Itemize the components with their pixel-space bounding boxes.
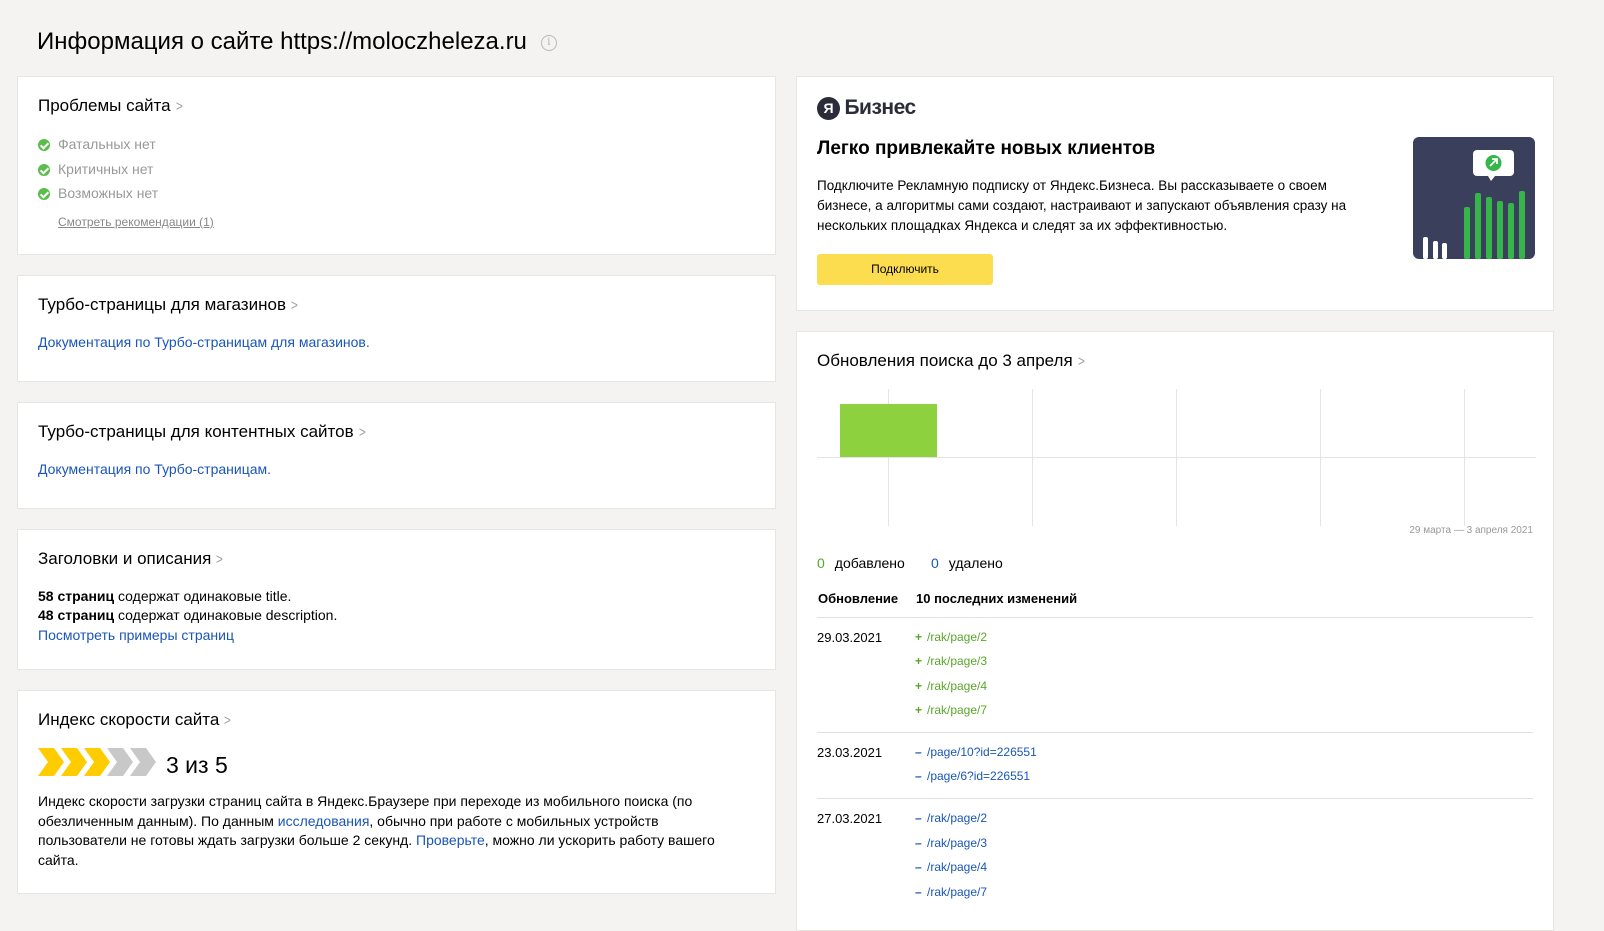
updates-title[interactable]: Обновления поиска до 3 апреля > xyxy=(817,351,1085,371)
change-link[interactable]: +/rak/page/7 xyxy=(915,703,987,717)
yandex-logo-icon: Я xyxy=(817,96,840,120)
check-icon xyxy=(38,164,50,177)
removed-count: 0 xyxy=(931,555,939,571)
problem-critical: Критичных нет xyxy=(38,161,153,177)
speed-title[interactable]: Индекс скорости сайта > xyxy=(38,710,232,730)
change-link[interactable]: –/rak/page/4 xyxy=(915,860,987,874)
connect-button[interactable]: Подключить xyxy=(817,254,993,285)
problems-title-text: Проблемы сайта xyxy=(38,96,171,115)
recommendations-link[interactable]: Смотреть рекомендации (1) xyxy=(58,215,214,229)
examples-link[interactable]: Посмотреть примеры страниц xyxy=(38,626,234,646)
search-updates-card: Обновления поиска до 3 апреля > 29 марта … xyxy=(796,331,1554,931)
check-icon xyxy=(38,188,50,201)
speed-card: Индекс скорости сайта > 3 из 5 Индекс ско… xyxy=(17,690,776,894)
change-link[interactable]: +/rak/page/2 xyxy=(915,630,987,644)
problem-fatal: Фатальных нет xyxy=(38,136,156,152)
problem-possible: Возможных нет xyxy=(38,185,158,201)
chevron-right-icon: > xyxy=(358,424,366,441)
speed-chevron-filled xyxy=(61,748,87,776)
check-link[interactable]: Проверьте xyxy=(416,832,485,848)
update-date: 23.03.2021 xyxy=(817,745,883,760)
growth-chart-illustration xyxy=(1413,137,1535,259)
duplicate-title-line: 58 страниц содержат одинаковые title. xyxy=(38,588,292,604)
turbo-shops-doc-link[interactable]: Документация по Турбо-страницам для мага… xyxy=(38,334,370,350)
speed-score: 3 из 5 xyxy=(166,752,228,778)
chart-gridline-v xyxy=(1032,389,1033,526)
column-header-update: Обновление xyxy=(818,591,899,606)
change-link[interactable]: –/page/6?id=226551 xyxy=(915,769,1030,783)
chevron-right-icon: > xyxy=(1077,353,1085,370)
chevron-right-icon: > xyxy=(290,297,298,314)
added-stat: 0 добавлено xyxy=(817,555,905,571)
problems-title[interactable]: Проблемы сайта > xyxy=(38,96,183,116)
speed-chevron-empty xyxy=(130,748,156,776)
change-link[interactable]: –/page/10?id=226551 xyxy=(915,745,1037,759)
info-icon[interactable]: i xyxy=(540,34,557,51)
change-link[interactable]: +/rak/page/4 xyxy=(915,679,987,693)
added-count: 0 xyxy=(817,555,825,571)
page-title-text: Информация о сайте https://moloczheleza.… xyxy=(37,28,527,55)
header-divider xyxy=(817,617,1533,618)
turbo-shops-card: Турбо-страницы для магазинов > Документац… xyxy=(17,275,776,382)
speed-description: Индекс скорости загрузки страниц сайта в… xyxy=(38,793,715,868)
update-date: 27.03.2021 xyxy=(817,811,883,826)
row-divider xyxy=(817,798,1533,799)
change-link[interactable]: –/rak/page/2 xyxy=(915,811,987,825)
speed-chevron-empty xyxy=(107,748,133,776)
ad-text: Подключите Рекламную подписку от Яндекс.… xyxy=(817,178,1347,233)
turbo-shops-title[interactable]: Турбо-страницы для магазинов > xyxy=(38,295,299,315)
updates-chart xyxy=(817,389,1536,526)
speed-rating-chevrons xyxy=(38,748,156,776)
problems-card: Проблемы сайта > Фатальных нет Критичных … xyxy=(17,76,776,255)
chart-gridline-v xyxy=(1464,389,1465,526)
turbo-content-card: Турбо-страницы для контентных сайтов > До… xyxy=(17,402,776,509)
update-date: 29.03.2021 xyxy=(817,630,883,645)
chart-date-range: 29 марта — 3 апреля 2021 xyxy=(1409,525,1533,536)
chart-gridline-v xyxy=(1320,389,1321,526)
row-divider xyxy=(817,732,1533,733)
yandex-business-ad: Я Бизнес Легко привлекайте новых клиенто… xyxy=(796,76,1554,311)
removed-stat: 0 удалено xyxy=(931,555,1003,571)
chevron-right-icon: > xyxy=(175,98,183,115)
research-link[interactable]: исследования xyxy=(278,813,370,829)
column-header-changes: 10 последних изменений xyxy=(916,591,1078,606)
page-title: Информация о сайте https://moloczheleza.… xyxy=(37,28,557,56)
duplicate-description-line: 48 страниц содержат одинаковые descripti… xyxy=(38,607,338,623)
change-link[interactable]: –/rak/page/3 xyxy=(915,836,987,850)
headers-card: Заголовки и описания > 58 страниц содержа… xyxy=(17,529,776,670)
chart-gridline-v xyxy=(1176,389,1177,526)
turbo-content-title[interactable]: Турбо-страницы для контентных сайтов > xyxy=(38,422,366,442)
chevron-right-icon: > xyxy=(224,712,232,729)
speed-chevron-filled xyxy=(38,748,64,776)
headers-title[interactable]: Заголовки и описания > xyxy=(38,549,224,569)
business-logo-text: Бизнес xyxy=(844,96,916,119)
check-icon xyxy=(38,139,50,152)
chart-bar xyxy=(840,404,937,457)
chevron-right-icon: > xyxy=(216,551,224,568)
speed-chevron-filled xyxy=(84,748,110,776)
turbo-content-doc-link[interactable]: Документация по Турбо-страницам. xyxy=(38,461,271,477)
change-link[interactable]: +/rak/page/3 xyxy=(915,654,987,668)
yandex-business-logo: Я Бизнес xyxy=(817,96,916,120)
change-link[interactable]: –/rak/page/7 xyxy=(915,885,987,899)
ad-title: Легко привлекайте новых клиентов xyxy=(817,138,1156,159)
